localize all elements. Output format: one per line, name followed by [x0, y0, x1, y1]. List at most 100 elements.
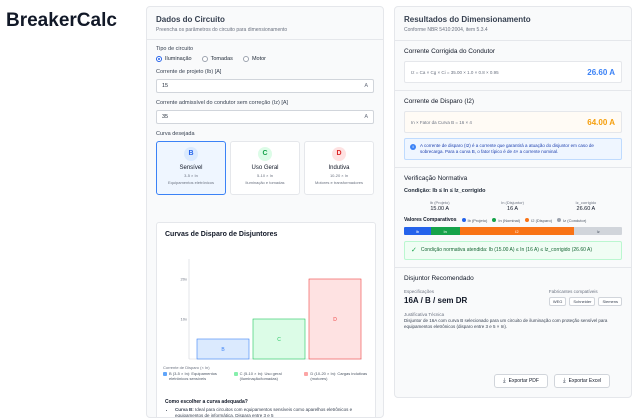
- legend-text: D (10-20 × In): Cargas indutivas (motore…: [310, 371, 368, 381]
- legend-swatch: [163, 371, 167, 376]
- iz-value: 35: [162, 114, 169, 120]
- curve-range: 3-5 × In: [184, 173, 198, 178]
- trip-info: i A corrente de disparo (I2) é a corrent…: [404, 138, 622, 160]
- radio-label: Tomadas: [210, 56, 233, 62]
- current-value: 26.60 A: [576, 206, 596, 212]
- corrected-value: 26.60 A: [587, 67, 615, 77]
- iz-unit: A: [364, 114, 368, 120]
- comparative-label: Valores Comparativos: [404, 217, 457, 223]
- trip-current-title: Corrente de Disparo (I2): [404, 98, 475, 105]
- legend-item: B (3-5 × In): Equipamentos eletrônicos s…: [163, 371, 228, 381]
- curve-name: Uso Geral: [251, 165, 279, 171]
- info-icon: i: [410, 144, 416, 150]
- current-value-col: Iz_corrigido 26.60 A: [576, 200, 597, 212]
- justification: Justificativa Técnica Disjuntor de 16A c…: [404, 312, 622, 330]
- legend-swatch: [304, 371, 309, 376]
- trip-value: 64.00 A: [587, 117, 615, 127]
- legend-text: Iz (Condutor): [563, 217, 587, 223]
- legend-dot: [492, 218, 497, 222]
- corrected-formula: Iz = Ca × Cg × Ci = 35.00 × 1.0 × 0.8 × …: [411, 69, 499, 75]
- comparative-legend-item: I2 (Disparo): [525, 218, 552, 223]
- curve-card-d[interactable]: D Indutiva 10-20 × In Motores e transformad…: [304, 141, 374, 195]
- comparative-bar-segment: In: [430, 227, 460, 235]
- current-value-heading: Ib (Projeto): [429, 200, 450, 205]
- radio-0[interactable]: Iluminação: [156, 56, 192, 62]
- manufacturer-chip: Siemens: [598, 297, 622, 306]
- results-title: Resultados do Dimensionamento: [404, 15, 531, 24]
- corrected-current-formula-box: Iz = Ca × Cg × Ci = 35.00 × 1.0 × 0.8 × …: [404, 61, 622, 83]
- curve-label: Curva desejada: [156, 131, 195, 137]
- comparative-legend-item: Iz (Condutor): [557, 218, 586, 223]
- radio-dot-icon: [201, 56, 208, 62]
- comparative-legend-item: Ib (Projeto): [461, 217, 488, 223]
- ib-input[interactable]: 15 A: [156, 79, 374, 93]
- trip-formula-box: In × Fator da Curva B = 16 × 4 64.00 A: [404, 111, 622, 133]
- radio-dot-icon: [156, 56, 162, 62]
- comparative-bar-segment: Iz: [574, 227, 622, 235]
- export-pdf-label: Exportar PDF: [508, 378, 539, 384]
- legend-text: B (3-5 × In): Equipamentos eletrônicos s…: [169, 371, 217, 381]
- manufacturers-list: WEG Schneider Siemens: [548, 297, 622, 306]
- curve-help-item-b: Curva B: Ideal para circuitos com equipa…: [175, 407, 369, 417]
- circuit-data-panel: Dados do Circuito Preencha os parâmetros…: [146, 6, 384, 418]
- current-value: 16 A: [507, 206, 519, 212]
- chart-legend: B (3-5 × In): Equipamentos eletrônicos s…: [163, 371, 369, 381]
- radio-2[interactable]: Motor: [242, 56, 266, 62]
- normative-check-title: Verificação Normativa: [404, 175, 468, 182]
- legend-dot: [461, 218, 466, 222]
- justification-text: Disjuntor de 16A com curva B selecionado…: [404, 318, 608, 329]
- comparative-legend: Valores Comparativos Ib (Projeto) In (Nom…: [404, 217, 622, 223]
- curve-name: Indutiva: [328, 165, 350, 171]
- curve-name: Sensível: [179, 165, 203, 171]
- legend-text: In (Nominal): [498, 217, 521, 223]
- curve-help-question: Como escolher a curva adequada?: [165, 399, 248, 405]
- manufacturer-chip: Schneider: [569, 297, 596, 306]
- manufacturers-heading: Fabricantes compatíveis: [548, 289, 598, 294]
- curve-use: Equipamentos eletrônicos: [167, 180, 215, 185]
- iz-input[interactable]: 35 A: [156, 110, 374, 124]
- export-excel-label: Exportar Excel: [568, 378, 602, 384]
- curve-use: Iluminação e tomadas: [245, 180, 285, 185]
- curve-card-c[interactable]: C Uso Geral 5-10 × In Iluminação e tomadas: [230, 141, 300, 195]
- bar-label-d: D: [333, 317, 337, 323]
- legend-item: C (5-10 × In): Uso geral (iluminação/tom…: [233, 371, 299, 381]
- trip-info-text: A corrente de disparo (I2) é a corrente …: [420, 143, 594, 154]
- chart-title: Curvas de Disparo de Disjuntores: [165, 231, 278, 238]
- spec-heading: Especificações: [404, 289, 435, 294]
- radio-label: Motor: [251, 56, 266, 62]
- ib-value: 15: [162, 83, 169, 89]
- comparative-legend-item: In (Nominal): [492, 218, 520, 223]
- export-pdf-button[interactable]: ⤓ Exportar PDF: [494, 374, 548, 388]
- comparative-bar: Ib In I2 Iz: [404, 227, 622, 235]
- trip-curves-chart: Curvas de Disparo de Disjuntores 10x 20x B…: [156, 222, 376, 417]
- current-value: 15.00 A: [430, 206, 449, 212]
- current-value-col: In (Disjuntor) 16 A: [501, 200, 524, 212]
- curve-letter-badge: D: [332, 147, 346, 161]
- ib-label: Corrente de projeto (Ib) [A]: [156, 69, 222, 75]
- corrected-current-section: Corrente Corrigida do Condutor Iz = Ca ×…: [395, 40, 631, 90]
- ib-unit: A: [364, 83, 368, 89]
- curve-help: Como escolher a curva adequada? Curva B:…: [165, 399, 369, 417]
- justification-heading: Justificativa Técnica: [404, 312, 445, 317]
- radio-dot-icon: [242, 56, 249, 62]
- curve-selector: B Sensível 3-5 × In Equipamentos eletrônico…: [156, 141, 374, 195]
- results-subtitle: Conforme NBR 5410:2004, item 5.3.4: [404, 27, 488, 33]
- trip-current-section: Corrente de Disparo (I2) In × Fator da C…: [395, 90, 631, 167]
- comparative-bar-segment: I2: [459, 227, 575, 235]
- legend-text: Ib (Projeto): [467, 217, 488, 223]
- spec-value: 16A / B / sem DR: [404, 296, 468, 305]
- curve-letter-badge: B: [184, 147, 198, 161]
- legend-text: C (5-10 × In): Uso geral (iluminação/tom…: [239, 371, 282, 381]
- legend-item: D (10-20 × In): Cargas indutivas (motore…: [304, 371, 369, 381]
- export-buttons: ⤓ Exportar PDF ⤓ Exportar Excel: [494, 374, 611, 388]
- curve-letter-badge: C: [258, 147, 272, 161]
- comparative-bar-segment: Ib: [404, 227, 431, 235]
- curve-range: 10-20 × In: [329, 173, 349, 178]
- results-panel: Resultados do Dimensionamento Conforme N…: [394, 6, 632, 398]
- radio-1[interactable]: Tomadas: [201, 56, 233, 62]
- current-value-heading: Iz_corrigido: [575, 200, 597, 205]
- curve-card-b[interactable]: B Sensível 3-5 × In Equipamentos eletrônico…: [156, 141, 226, 195]
- bar-label-c: C: [277, 337, 281, 343]
- export-excel-button[interactable]: ⤓ Exportar Excel: [553, 374, 611, 388]
- normative-condition: Condição: Ib ≤ In ≤ Iz_corrigido: [404, 188, 486, 194]
